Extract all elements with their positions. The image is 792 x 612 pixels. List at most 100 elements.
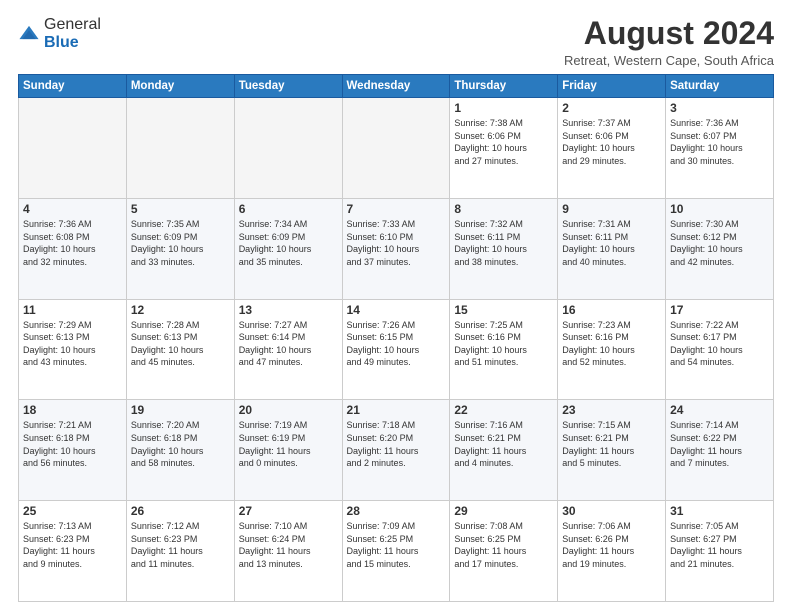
day-number: 2 — [562, 101, 661, 115]
page: General Blue August 2024 Retreat, Wester… — [0, 0, 792, 612]
day-number: 1 — [454, 101, 553, 115]
table-row — [234, 98, 342, 199]
col-wednesday: Wednesday — [342, 75, 450, 98]
day-info: Sunrise: 7:10 AM Sunset: 6:24 PM Dayligh… — [239, 520, 338, 570]
col-sunday: Sunday — [19, 75, 127, 98]
day-info: Sunrise: 7:32 AM Sunset: 6:11 PM Dayligh… — [454, 218, 553, 268]
table-row — [126, 98, 234, 199]
logo-text: General Blue — [44, 16, 101, 51]
day-info: Sunrise: 7:14 AM Sunset: 6:22 PM Dayligh… — [670, 419, 769, 469]
day-number: 26 — [131, 504, 230, 518]
logo: General Blue — [18, 16, 101, 51]
table-row: 8Sunrise: 7:32 AM Sunset: 6:11 PM Daylig… — [450, 198, 558, 299]
table-row: 22 Sunrise: 7:16 AM Sunset: 6:21 PM Dayli… — [450, 400, 558, 501]
day-info: Sunrise: 7:37 AM Sunset: 6:06 PM Dayligh… — [562, 117, 661, 167]
day-info: Sunrise: 7:23 AM Sunset: 6:16 PM Dayligh… — [562, 319, 661, 369]
logo-icon — [18, 23, 40, 45]
day-number: 6 — [239, 202, 338, 216]
day-number: 25 — [23, 504, 122, 518]
day-number: 4 — [23, 202, 122, 216]
day-number: 20 — [239, 403, 338, 417]
table-row — [342, 98, 450, 199]
table-row — [19, 98, 127, 199]
table-row: 28 Sunrise: 7:09 AM Sunset: 6:25 PM Dayli… — [342, 501, 450, 602]
table-row: 26 Sunrise: 7:12 AM Sunset: 6:23 PM Dayli… — [126, 501, 234, 602]
day-info: Sunrise: 7:26 AM Sunset: 6:15 PM Dayligh… — [347, 319, 446, 369]
day-number: 11 — [23, 303, 122, 317]
table-row: 12Sunrise: 7:28 AM Sunset: 6:13 PM Dayli… — [126, 299, 234, 400]
day-info: Sunrise: 7:18 AM Sunset: 6:20 PM Dayligh… — [347, 419, 446, 469]
day-info: Sunrise: 7:33 AM Sunset: 6:10 PM Dayligh… — [347, 218, 446, 268]
day-info: Sunrise: 7:20 AM Sunset: 6:18 PM Dayligh… — [131, 419, 230, 469]
day-info: Sunrise: 7:36 AM Sunset: 6:07 PM Dayligh… — [670, 117, 769, 167]
day-number: 23 — [562, 403, 661, 417]
table-row: 4 Sunrise: 7:36 AM Sunset: 6:08 PM Daylig… — [19, 198, 127, 299]
title-block: August 2024 Retreat, Western Cape, South… — [564, 16, 774, 68]
day-info: Sunrise: 7:31 AM Sunset: 6:11 PM Dayligh… — [562, 218, 661, 268]
day-info: Sunrise: 7:22 AM Sunset: 6:17 PM Dayligh… — [670, 319, 769, 369]
day-number: 17 — [670, 303, 769, 317]
col-tuesday: Tuesday — [234, 75, 342, 98]
day-number: 28 — [347, 504, 446, 518]
day-number: 16 — [562, 303, 661, 317]
day-info: Sunrise: 7:09 AM Sunset: 6:25 PM Dayligh… — [347, 520, 446, 570]
day-info: Sunrise: 7:21 AM Sunset: 6:18 PM Dayligh… — [23, 419, 122, 469]
day-info: Sunrise: 7:19 AM Sunset: 6:19 PM Dayligh… — [239, 419, 338, 469]
day-number: 19 — [131, 403, 230, 417]
col-saturday: Saturday — [666, 75, 774, 98]
day-number: 30 — [562, 504, 661, 518]
calendar-table: Sunday Monday Tuesday Wednesday Thursday… — [18, 74, 774, 602]
day-info: Sunrise: 7:36 AM Sunset: 6:08 PM Dayligh… — [23, 218, 122, 268]
table-row: 31Sunrise: 7:05 AM Sunset: 6:27 PM Dayli… — [666, 501, 774, 602]
col-thursday: Thursday — [450, 75, 558, 98]
table-row: 24 Sunrise: 7:14 AM Sunset: 6:22 PM Dayli… — [666, 400, 774, 501]
calendar-week-row: 18 Sunrise: 7:21 AM Sunset: 6:18 PM Dayli… — [19, 400, 774, 501]
table-row: 6 Sunrise: 7:34 AM Sunset: 6:09 PM Daylig… — [234, 198, 342, 299]
table-row: 21 Sunrise: 7:18 AM Sunset: 6:20 PM Dayli… — [342, 400, 450, 501]
header: General Blue August 2024 Retreat, Wester… — [18, 16, 774, 68]
day-number: 7 — [347, 202, 446, 216]
day-number: 14 — [347, 303, 446, 317]
logo-general-text: General — [44, 16, 101, 33]
day-number: 13 — [239, 303, 338, 317]
day-info: Sunrise: 7:12 AM Sunset: 6:23 PM Dayligh… — [131, 520, 230, 570]
day-number: 3 — [670, 101, 769, 115]
table-row: 10 Sunrise: 7:30 AM Sunset: 6:12 PM Dayli… — [666, 198, 774, 299]
calendar-header-row: Sunday Monday Tuesday Wednesday Thursday… — [19, 75, 774, 98]
day-info: Sunrise: 7:34 AM Sunset: 6:09 PM Dayligh… — [239, 218, 338, 268]
day-info: Sunrise: 7:08 AM Sunset: 6:25 PM Dayligh… — [454, 520, 553, 570]
table-row: 23 Sunrise: 7:15 AM Sunset: 6:21 PM Dayli… — [558, 400, 666, 501]
day-number: 18 — [23, 403, 122, 417]
logo-blue-text: Blue — [44, 34, 79, 51]
day-number: 22 — [454, 403, 553, 417]
day-info: Sunrise: 7:16 AM Sunset: 6:21 PM Dayligh… — [454, 419, 553, 469]
table-row: 9 Sunrise: 7:31 AM Sunset: 6:11 PM Daylig… — [558, 198, 666, 299]
table-row: 15Sunrise: 7:25 AM Sunset: 6:16 PM Dayli… — [450, 299, 558, 400]
table-row: 29 Sunrise: 7:08 AM Sunset: 6:25 PM Dayli… — [450, 501, 558, 602]
table-row: 30Sunrise: 7:06 AM Sunset: 6:26 PM Dayli… — [558, 501, 666, 602]
table-row: 2 Sunrise: 7:37 AM Sunset: 6:06 PM Daylig… — [558, 98, 666, 199]
day-info: Sunrise: 7:35 AM Sunset: 6:09 PM Dayligh… — [131, 218, 230, 268]
table-row: 1 Sunrise: 7:38 AM Sunset: 6:06 PM Daylig… — [450, 98, 558, 199]
col-monday: Monday — [126, 75, 234, 98]
table-row: 25Sunrise: 7:13 AM Sunset: 6:23 PM Dayli… — [19, 501, 127, 602]
day-info: Sunrise: 7:29 AM Sunset: 6:13 PM Dayligh… — [23, 319, 122, 369]
day-number: 21 — [347, 403, 446, 417]
table-row: 27Sunrise: 7:10 AM Sunset: 6:24 PM Dayli… — [234, 501, 342, 602]
table-row: 7 Sunrise: 7:33 AM Sunset: 6:10 PM Daylig… — [342, 198, 450, 299]
day-number: 9 — [562, 202, 661, 216]
day-info: Sunrise: 7:25 AM Sunset: 6:16 PM Dayligh… — [454, 319, 553, 369]
day-info: Sunrise: 7:05 AM Sunset: 6:27 PM Dayligh… — [670, 520, 769, 570]
table-row: 14 Sunrise: 7:26 AM Sunset: 6:15 PM Dayli… — [342, 299, 450, 400]
table-row: 5 Sunrise: 7:35 AM Sunset: 6:09 PM Daylig… — [126, 198, 234, 299]
day-number: 29 — [454, 504, 553, 518]
day-number: 5 — [131, 202, 230, 216]
day-info: Sunrise: 7:15 AM Sunset: 6:21 PM Dayligh… — [562, 419, 661, 469]
table-row: 3 Sunrise: 7:36 AM Sunset: 6:07 PM Daylig… — [666, 98, 774, 199]
day-number: 24 — [670, 403, 769, 417]
day-info: Sunrise: 7:30 AM Sunset: 6:12 PM Dayligh… — [670, 218, 769, 268]
table-row: 16 Sunrise: 7:23 AM Sunset: 6:16 PM Dayli… — [558, 299, 666, 400]
day-number: 10 — [670, 202, 769, 216]
day-info: Sunrise: 7:38 AM Sunset: 6:06 PM Dayligh… — [454, 117, 553, 167]
table-row: 18 Sunrise: 7:21 AM Sunset: 6:18 PM Dayli… — [19, 400, 127, 501]
